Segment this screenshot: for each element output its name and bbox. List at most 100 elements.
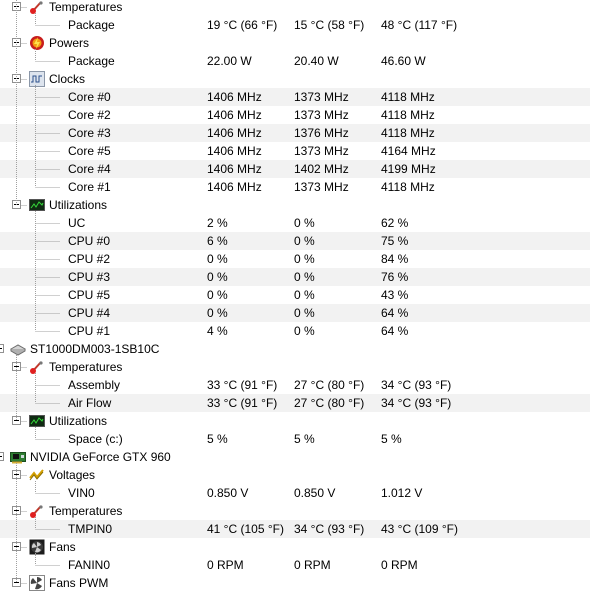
collapse-toggle[interactable] [0,344,4,353]
sensor-row[interactable]: CPU #5 0 % 0 % 43 % [0,286,590,304]
collapse-toggle[interactable] [12,578,21,587]
sensor-row[interactable]: CPU #2 0 % 0 % 84 % [0,250,590,268]
sensor-label: CPU #5 [68,288,111,302]
collapse-toggle[interactable] [12,506,21,515]
value-max: 4199 MHz [381,162,436,176]
value-min: 1376 MHz [294,126,349,140]
node-label: Powers [49,36,90,50]
sensor-label: CPU #3 [68,270,111,284]
group-temperatures[interactable]: Temperatures [0,0,590,16]
sensor-label: Core #1 [68,180,111,194]
group-temperatures[interactable]: Temperatures [0,502,590,520]
sensor-row[interactable]: Package 22.00 W 20.40 W 46.60 W [0,52,590,70]
value-min: 27 °C (80 °F) [294,378,365,392]
sensor-label: VIN0 [68,486,95,500]
collapse-toggle[interactable] [0,452,4,461]
group-voltages[interactable]: Voltages [0,466,590,484]
sensor-label: CPU #1 [68,324,111,338]
sensor-row[interactable]: CPU #1 4 % 0 % 64 % [0,322,590,340]
value-min: 0 % [294,288,315,302]
device-hdd[interactable]: ST1000DM003-1SB10C [0,340,590,358]
value-min: 1373 MHz [294,180,349,194]
value-min: 0 RPM [294,558,331,572]
value-max: 84 % [381,252,409,266]
sensor-row[interactable]: Core #2 1406 MHz 1373 MHz 4118 MHz [0,106,590,124]
value-min: 20.40 W [294,54,339,68]
group-powers[interactable]: Powers [0,34,590,52]
sensor-label: Core #5 [68,144,111,158]
value-min: 1373 MHz [294,108,349,122]
value-max: 43 °C (109 °F) [381,522,458,536]
value-current: 41 °C (105 °F) [207,522,284,536]
collapse-toggle[interactable] [12,416,21,425]
value-current: 1406 MHz [207,144,262,158]
group-utilizations[interactable]: Utilizations [0,196,590,214]
hdd-icon [9,341,27,357]
sensor-row[interactable]: CPU #0 6 % 0 % 75 % [0,232,590,250]
collapse-toggle[interactable] [12,200,21,209]
value-current: 0 % [207,288,228,302]
collapse-toggle[interactable] [12,470,21,479]
value-min: 0.850 V [294,486,336,500]
value-max: 64 % [381,324,409,338]
sensor-row[interactable]: CPU #4 0 % 0 % 64 % [0,304,590,322]
collapse-toggle[interactable] [12,2,21,11]
sensor-label: CPU #0 [68,234,111,248]
sensor-label: Assembly [68,378,121,392]
sensor-row[interactable]: CPU #3 0 % 0 % 76 % [0,268,590,286]
value-min: 0 % [294,306,315,320]
value-max: 1.012 V [381,486,423,500]
collapse-toggle[interactable] [12,362,21,371]
sensor-row[interactable]: Air Flow 33 °C (91 °F) 27 °C (80 °F) 34 °C … [0,394,590,412]
value-min: 1373 MHz [294,90,349,104]
sensor-row[interactable]: Package 19 °C (66 °F) 15 °C (58 °F) 48 °C (… [0,16,590,34]
sensor-label: UC [68,216,86,230]
group-temperatures[interactable]: Temperatures [0,358,590,376]
group-fans-pwm[interactable]: Fans PWM [0,574,590,592]
value-current: 1406 MHz [207,108,262,122]
sensor-label: Package [68,54,115,68]
sensor-row[interactable]: Core #5 1406 MHz 1373 MHz 4164 MHz [0,142,590,160]
sensor-row[interactable]: Core #3 1406 MHz 1376 MHz 4118 MHz [0,124,590,142]
sensor-row[interactable]: Space (c:) 5 % 5 % 5 % [0,430,590,448]
sensor-row[interactable]: VIN0 0.850 V 0.850 V 1.012 V [0,484,590,502]
node-label: NVIDIA GeForce GTX 960 [30,450,171,464]
group-fans[interactable]: Fans [0,538,590,556]
device-gpu[interactable]: NVIDIA GeForce GTX 960 [0,448,590,466]
fan-icon [29,539,45,555]
sensor-label: Core #4 [68,162,111,176]
collapse-toggle[interactable] [12,74,21,83]
value-current: 6 % [207,234,228,248]
group-clocks[interactable]: Clocks [0,70,590,88]
sensor-label: CPU #4 [68,306,111,320]
node-label: Utilizations [49,198,108,212]
sensor-row[interactable]: Core #4 1406 MHz 1402 MHz 4199 MHz [0,160,590,178]
utilization-icon [29,413,45,429]
value-current: 0.850 V [207,486,249,500]
sensor-row[interactable]: Core #0 1406 MHz 1373 MHz 4118 MHz [0,88,590,106]
value-current: 1406 MHz [207,162,262,176]
value-current: 0 % [207,306,228,320]
value-current: 0 % [207,252,228,266]
sensor-label: Core #2 [68,108,111,122]
sensor-row[interactable]: Assembly 33 °C (91 °F) 27 °C (80 °F) 34 °C … [0,376,590,394]
thermometer-icon [29,0,45,15]
value-current: 0 RPM [207,558,244,572]
group-utilizations[interactable]: Utilizations [0,412,590,430]
sensor-row[interactable]: UC 2 % 0 % 62 % [0,214,590,232]
sensor-row[interactable]: Core #1 1406 MHz 1373 MHz 4118 MHz [0,178,590,196]
value-min: 0 % [294,216,315,230]
sensor-row[interactable]: TMPIN0 41 °C (105 °F) 34 °C (93 °F) 43 °C (… [0,520,590,538]
value-min: 5 % [294,432,315,446]
utilization-icon [29,197,45,213]
value-max: 4118 MHz [381,126,435,140]
collapse-toggle[interactable] [12,38,21,47]
thermometer-icon [29,359,45,375]
value-min: 0 % [294,234,315,248]
sensor-label: CPU #2 [68,252,111,266]
collapse-toggle[interactable] [12,542,21,551]
value-current: 1406 MHz [207,180,262,194]
value-max: 46.60 W [381,54,426,68]
sensor-row[interactable]: FANIN0 0 RPM 0 RPM 0 RPM [0,556,590,574]
value-min: 1402 MHz [294,162,349,176]
